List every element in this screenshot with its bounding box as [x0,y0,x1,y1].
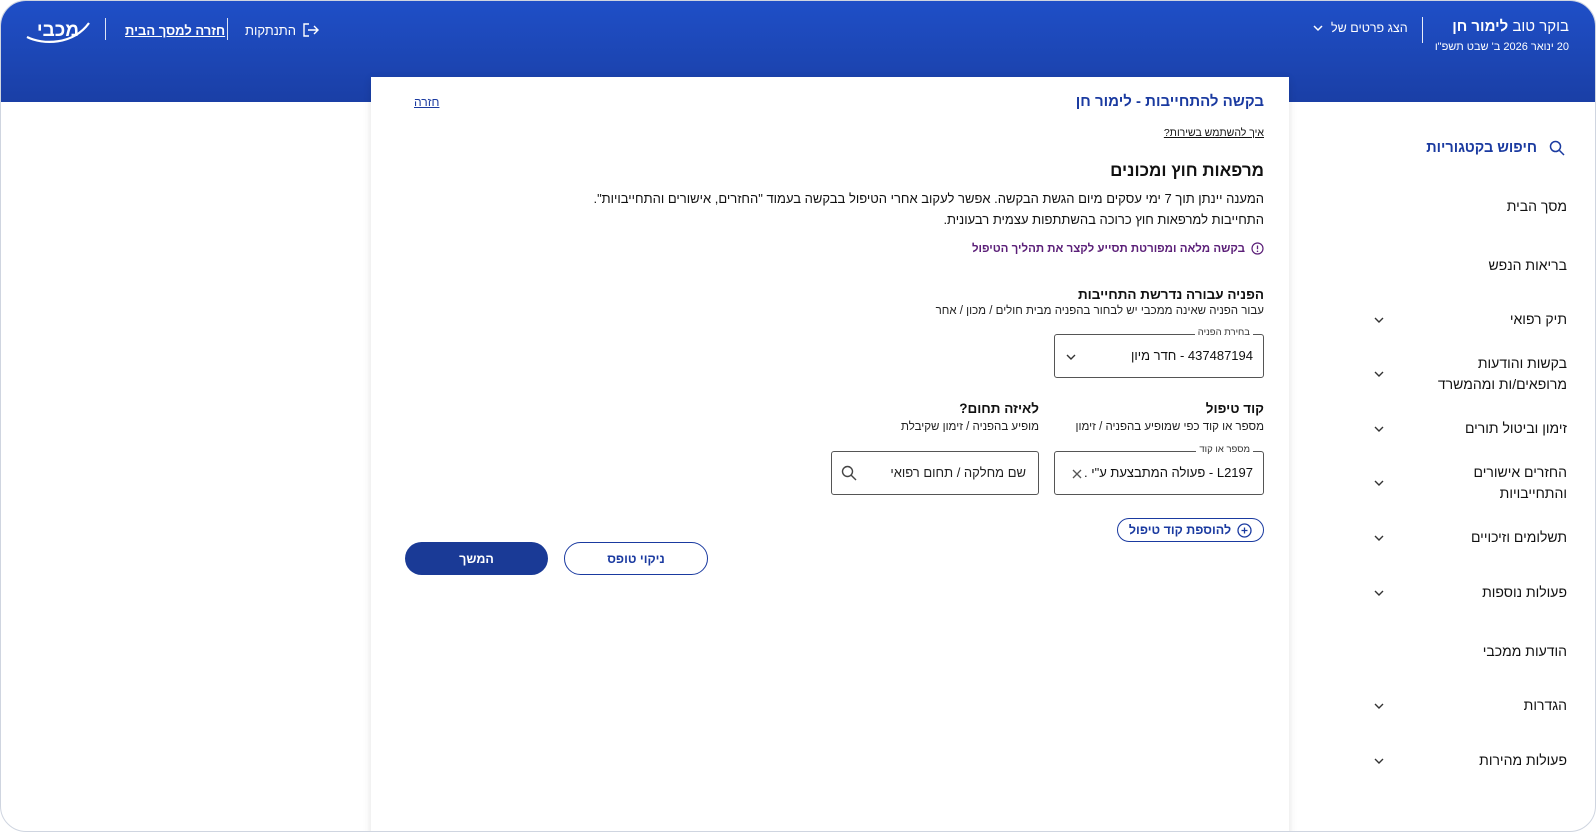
greeting-prefix: בוקר טוב [1512,18,1569,35]
header-divider [105,18,106,40]
logout-button[interactable]: התנתקות [245,22,320,38]
sidebar-item-refunds[interactable]: החזרים אישורים והתחייבויות [1374,462,1567,504]
sidebar-item-appointments[interactable]: זימון וביטול תורים [1374,418,1567,439]
add-code-label: להוספת קוד טיפול [1128,523,1232,537]
sidebar-item-quick-actions[interactable]: פעולות מהירות [1374,750,1567,771]
sidebar-item-home[interactable]: מסך הבית [1397,196,1567,217]
info-line: התחייבות למרפאות חוץ כרוכה בהשתתפות עצמי… [943,212,1264,227]
sidebar-item-messages[interactable]: הודעות ממכבי [1397,641,1567,662]
clear-form-button[interactable]: ניקוי טופס [564,542,708,575]
chevron-down-icon [1374,480,1384,486]
chevron-down-icon [1374,758,1384,764]
user-name: לימור חן [1452,18,1509,35]
medical-field-input[interactable]: שם מחלקה / תחום רפואי [831,451,1039,495]
add-treatment-code-button[interactable]: להוספת קוד טיפול [1117,518,1264,542]
greeting: בוקר טוב לימור חן [1452,18,1569,35]
chevron-down-icon [1313,25,1323,32]
sidebar-item-medical-file[interactable]: תיק רפואי [1374,309,1567,330]
chevron-down-icon [1374,703,1384,709]
commitment-request-card: בקשה להתחייבות - לימור חן חזרה איך להשתמ… [371,77,1289,831]
section-title: מרפאות חוץ ומכונים [1110,161,1264,180]
sidebar-item-label: פעולות נוספות [1482,584,1567,600]
current-date: 20 ינואר 2026 ב' שבט תשפ"ו [1434,41,1569,53]
sidebar-item-label: זימון וביטול תורים [1464,420,1567,436]
notice: בקשה מלאה ומפורטת תסייע לקצר את תהליך הט… [972,242,1264,255]
header-divider [1422,17,1423,43]
logout-label: התנתקות [245,22,297,38]
search-icon [841,465,857,481]
header-divider [227,18,228,40]
chevron-down-icon [1374,317,1384,323]
details-label: הצג פרטים של [1331,21,1408,35]
page-title: בקשה להתחייבות - לימור חן [1075,93,1264,110]
sidebar-item-requests[interactable]: בקשות והודעות מרופאים/ות ומהמשרד [1374,353,1567,395]
code-title: קוד טיפול [1205,401,1264,416]
referral-legend: בחירת הפניה [1194,327,1253,338]
notice-text: בקשה מלאה ומפורטת תסייע לקצר את תהליך הט… [971,242,1245,255]
sidebar: חיפוש בקטגוריות מסך הבית בריאות הנפש תיק… [1305,102,1595,831]
sidebar-item-label: בריאות הנפש [1488,257,1567,273]
sidebar-item-mental-health[interactable]: בריאות הנפש [1397,255,1567,276]
code-legend: מספר או קוד [1196,444,1253,455]
sidebar-item-payments[interactable]: תשלומים וזיכויים [1374,527,1567,548]
clear-icon[interactable] [1071,468,1083,480]
sidebar-item-settings[interactable]: הגדרות [1374,695,1567,716]
sidebar-item-label: החזרים אישורים והתחייבויות [1473,464,1567,501]
category-search-label: חיפוש בקטגוריות [1426,140,1537,156]
sidebar-item-label: בקשות והודעות מרופאים/ות ומהמשרד [1437,355,1567,392]
plus-circle-icon [1237,522,1252,538]
info-line: המענה יינתן תוך 7 ימי עסקים מיום הגשת הב… [593,191,1264,206]
back-link[interactable]: חזרה [414,95,439,109]
sidebar-item-label: הודעות ממכבי [1482,643,1567,659]
search-icon [1549,140,1565,156]
logout-icon [303,23,320,37]
sidebar-item-label: מסך הבית [1506,198,1567,214]
sidebar-item-label: הגדרות [1523,697,1567,713]
field-title: לאיזה תחום? [959,401,1039,416]
info-icon [1251,242,1264,255]
sidebar-item-label: פעולות מהירות [1479,752,1567,768]
sidebar-item-label: תיק רפואי [1509,311,1567,327]
sidebar-item-label: תשלומים וזיכויים [1470,529,1567,545]
referral-subtitle: עבור הפניה שאינה ממכבי יש לבחור בהפניה מ… [935,305,1264,317]
referral-title: הפניה עבורה נדרשת התחייבות [1077,287,1264,302]
chevron-down-icon [1374,371,1384,377]
referral-select[interactable]: בחירת הפניה 437487194 - חדר מיון [1054,327,1264,378]
code-subtitle: מספר או קוד כפי שמופיע בהפניה / זימון [1075,421,1264,433]
home-link[interactable]: חזרה למסך הבית [125,23,225,38]
code-value: L2197 - פעולה המתבצעת ע"י ... [1083,465,1253,480]
svg-text:מכבי: מכבי [37,20,79,41]
maccabi-logo[interactable]: מכבי [23,15,93,45]
referral-value: 437487194 - חדר מיון [1130,348,1253,363]
field-subtitle: מופיע בהפניה / זימון שקיבלת [901,421,1039,433]
category-search[interactable]: חיפוש בקטגוריות [1426,140,1565,156]
sidebar-item-more-actions[interactable]: פעולות נוספות [1374,582,1567,603]
chevron-down-icon [1374,426,1384,432]
chevron-down-icon [1066,354,1076,360]
treatment-code-field[interactable]: מספר או קוד L2197 - פעולה המתבצעת ע"י ..… [1054,444,1264,495]
chevron-down-icon [1374,590,1384,596]
info-paragraph: המענה יינתן תוך 7 ימי עסקים מיום הגשת הב… [564,188,1264,230]
app-window: מכבי חזרה למסך הבית התנתקות הצג פרטים של… [0,0,1596,832]
medical-field-placeholder: שם מחלקה / תחום רפואי [890,465,1026,480]
show-details-dropdown[interactable]: הצג פרטים של [1313,21,1408,35]
continue-button[interactable]: המשך [405,542,548,575]
help-link[interactable]: איך להשתמש בשירות? [1164,127,1264,139]
chevron-down-icon [1374,535,1384,541]
